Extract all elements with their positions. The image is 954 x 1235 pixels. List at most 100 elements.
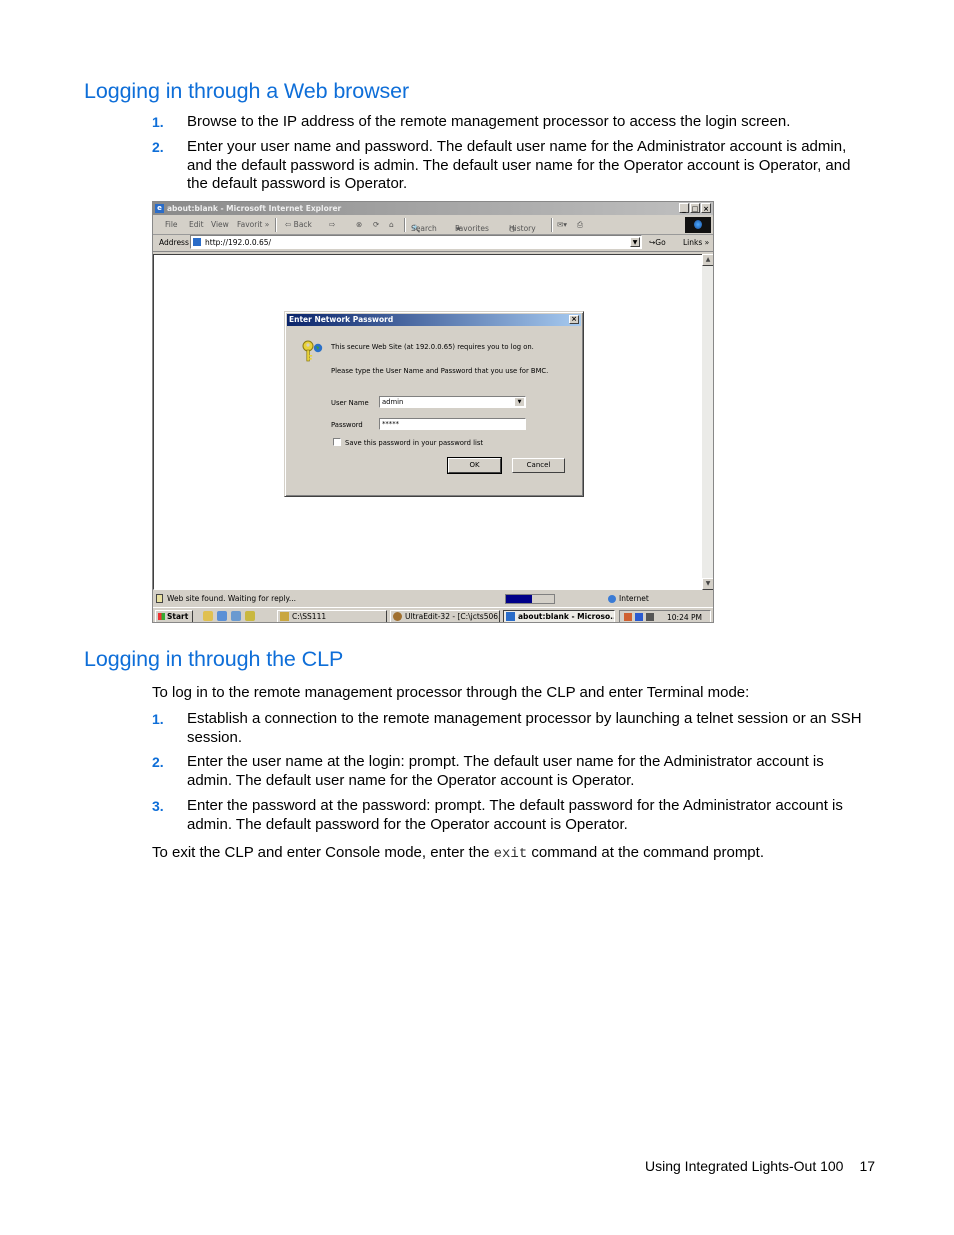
- windows-logo-icon: [685, 217, 711, 233]
- step-text: Browse to the IP address of the remote m…: [187, 113, 791, 130]
- step-text: Establish a connection to the remote man…: [187, 710, 862, 746]
- step-text: Enter the user name at the login: prompt…: [187, 753, 824, 789]
- step-number: 2.: [152, 754, 164, 770]
- password-label: Password: [331, 421, 363, 429]
- menu-toolbar: File Edit View Favorit » ⇦ Back ⇨ ⊗ ⟳ ⌂ …: [153, 216, 713, 235]
- go-button[interactable]: ↪Go: [649, 238, 666, 247]
- menu-view[interactable]: View: [211, 220, 229, 229]
- minimize-button[interactable]: _: [679, 203, 689, 213]
- progress-bar: [505, 594, 555, 604]
- step-number: 3.: [152, 798, 164, 814]
- folder-icon: [280, 612, 289, 621]
- window-title: about:blank - Microsoft Internet Explore…: [167, 204, 342, 213]
- address-value: http://192.0.0.65/: [205, 238, 272, 247]
- quicklaunch-outlook-icon[interactable]: [231, 611, 241, 621]
- dialog-close-button[interactable]: ×: [569, 315, 579, 324]
- security-zone: Internet: [608, 594, 649, 603]
- clock: 10:24 PM: [667, 613, 702, 622]
- stop-icon[interactable]: ⊗: [356, 220, 362, 229]
- links-button[interactable]: Links »: [683, 238, 709, 247]
- forward-button[interactable]: ⇨: [329, 220, 335, 229]
- taskbar-task-active[interactable]: about:blank - Microso...: [503, 610, 615, 622]
- step-text: Enter your user name and password. The d…: [187, 138, 851, 192]
- step-text: Enter the password at the password: prom…: [187, 797, 843, 833]
- taskbar-task[interactable]: C:\SS111: [277, 610, 387, 622]
- home-icon[interactable]: ⌂: [389, 220, 394, 229]
- password-value: *****: [382, 420, 399, 428]
- page-footer: Using Integrated Lights-Out 100 17: [645, 1158, 875, 1174]
- tray-keyboard-icon[interactable]: [646, 613, 654, 621]
- ultraedit-icon: [393, 612, 402, 621]
- toolbar-separator: [275, 218, 277, 232]
- task-label: C:\SS111: [292, 612, 327, 621]
- cancel-button[interactable]: Cancel: [512, 458, 565, 473]
- exit-text-before: To exit the CLP and enter Console mode, …: [152, 844, 494, 861]
- username-label: User Name: [331, 399, 369, 407]
- toolbar-separator: [551, 218, 553, 232]
- tray-network-icon[interactable]: [635, 613, 643, 621]
- quicklaunch-explorer-icon[interactable]: [245, 611, 255, 621]
- quicklaunch-ie-icon[interactable]: [217, 611, 227, 621]
- address-input[interactable]: http://192.0.0.65/ ▼: [190, 235, 642, 249]
- page-number: 17: [859, 1158, 876, 1174]
- menu-edit[interactable]: Edit: [189, 220, 204, 229]
- ie-icon: e: [155, 204, 164, 213]
- close-button[interactable]: ×: [701, 203, 711, 213]
- dialog-title-text: Enter Network Password: [289, 315, 394, 324]
- username-field[interactable]: admin ▼: [379, 396, 526, 408]
- taskbar-task[interactable]: UltraEdit-32 - [C:\jcts506...: [390, 610, 500, 622]
- address-label: Address: [159, 238, 189, 247]
- footer-title: Using Integrated Lights-Out 100: [645, 1158, 844, 1174]
- hourglass-icon: [156, 594, 163, 603]
- zone-label: Internet: [619, 594, 649, 603]
- password-field[interactable]: *****: [379, 418, 526, 430]
- save-password-checkbox[interactable]: [333, 438, 341, 446]
- dialog-message-2: Please type the User Name and Password t…: [331, 367, 549, 375]
- ie-icon: [506, 612, 515, 621]
- clp-intro: To log in to the remote management proce…: [152, 684, 750, 701]
- task-label: UltraEdit-32 - [C:\jcts506...: [405, 612, 500, 621]
- step-number: 1.: [152, 711, 164, 727]
- history-label: History: [509, 224, 536, 233]
- refresh-icon[interactable]: ⟳: [373, 220, 379, 229]
- dialog-title: Enter Network Password ×: [287, 314, 581, 326]
- dialog-message-1: This secure Web Site (at 192.0.0.65) req…: [331, 343, 534, 351]
- exit-command: exit: [493, 846, 528, 862]
- status-text: Web site found. Waiting for reply...: [167, 594, 297, 603]
- window-titlebar: e about:blank - Microsoft Internet Explo…: [153, 202, 713, 215]
- progress-fill: [506, 595, 533, 603]
- clp-exit-paragraph: To exit the CLP and enter Console mode, …: [152, 844, 872, 864]
- save-password-label: Save this password in your password list: [345, 439, 484, 447]
- system-tray: 10:24 PM: [619, 610, 711, 622]
- step-number: 1.: [152, 114, 164, 130]
- vertical-scrollbar[interactable]: ▲ ▼: [702, 254, 713, 590]
- scroll-down-icon[interactable]: ▼: [702, 578, 713, 590]
- section-heading-clp: Logging in through the CLP: [84, 647, 344, 671]
- exit-text-after: command at the command prompt.: [527, 844, 764, 861]
- scroll-up-icon[interactable]: ▲: [702, 254, 713, 266]
- start-button[interactable]: Start: [155, 610, 193, 622]
- menu-favorites[interactable]: Favorit »: [237, 220, 269, 229]
- key-icon: [302, 340, 323, 362]
- username-value: admin: [382, 398, 404, 406]
- section-heading-web-browser: Logging in through a Web browser: [84, 79, 410, 103]
- menu-file[interactable]: File: [165, 220, 178, 229]
- search-label: Search: [411, 224, 437, 233]
- task-label: about:blank - Microso...: [518, 612, 615, 621]
- go-label: Go: [655, 238, 666, 247]
- status-bar: Web site found. Waiting for reply... Int…: [153, 592, 713, 606]
- ok-button[interactable]: OK: [447, 457, 502, 474]
- tray-monitor-icon[interactable]: [624, 613, 632, 621]
- mail-icon[interactable]: ✉▾: [557, 220, 567, 229]
- globe-icon: [608, 595, 616, 603]
- favorites-label: Favorites: [455, 224, 489, 233]
- print-icon[interactable]: ⎙: [577, 220, 583, 230]
- back-button[interactable]: ⇦ Back: [285, 220, 312, 229]
- maximize-button[interactable]: □: [690, 203, 700, 213]
- quicklaunch-desktop-icon[interactable]: [203, 611, 213, 621]
- address-bar: Address http://192.0.0.65/ ▼ ↪Go Links »: [153, 234, 713, 252]
- username-dropdown-icon[interactable]: ▼: [515, 398, 524, 406]
- toolbar-separator: [404, 218, 406, 232]
- taskbar: Start C:\SS111 UltraEdit-32 - [C:\jcts50…: [153, 607, 713, 622]
- address-dropdown-icon[interactable]: ▼: [630, 237, 640, 247]
